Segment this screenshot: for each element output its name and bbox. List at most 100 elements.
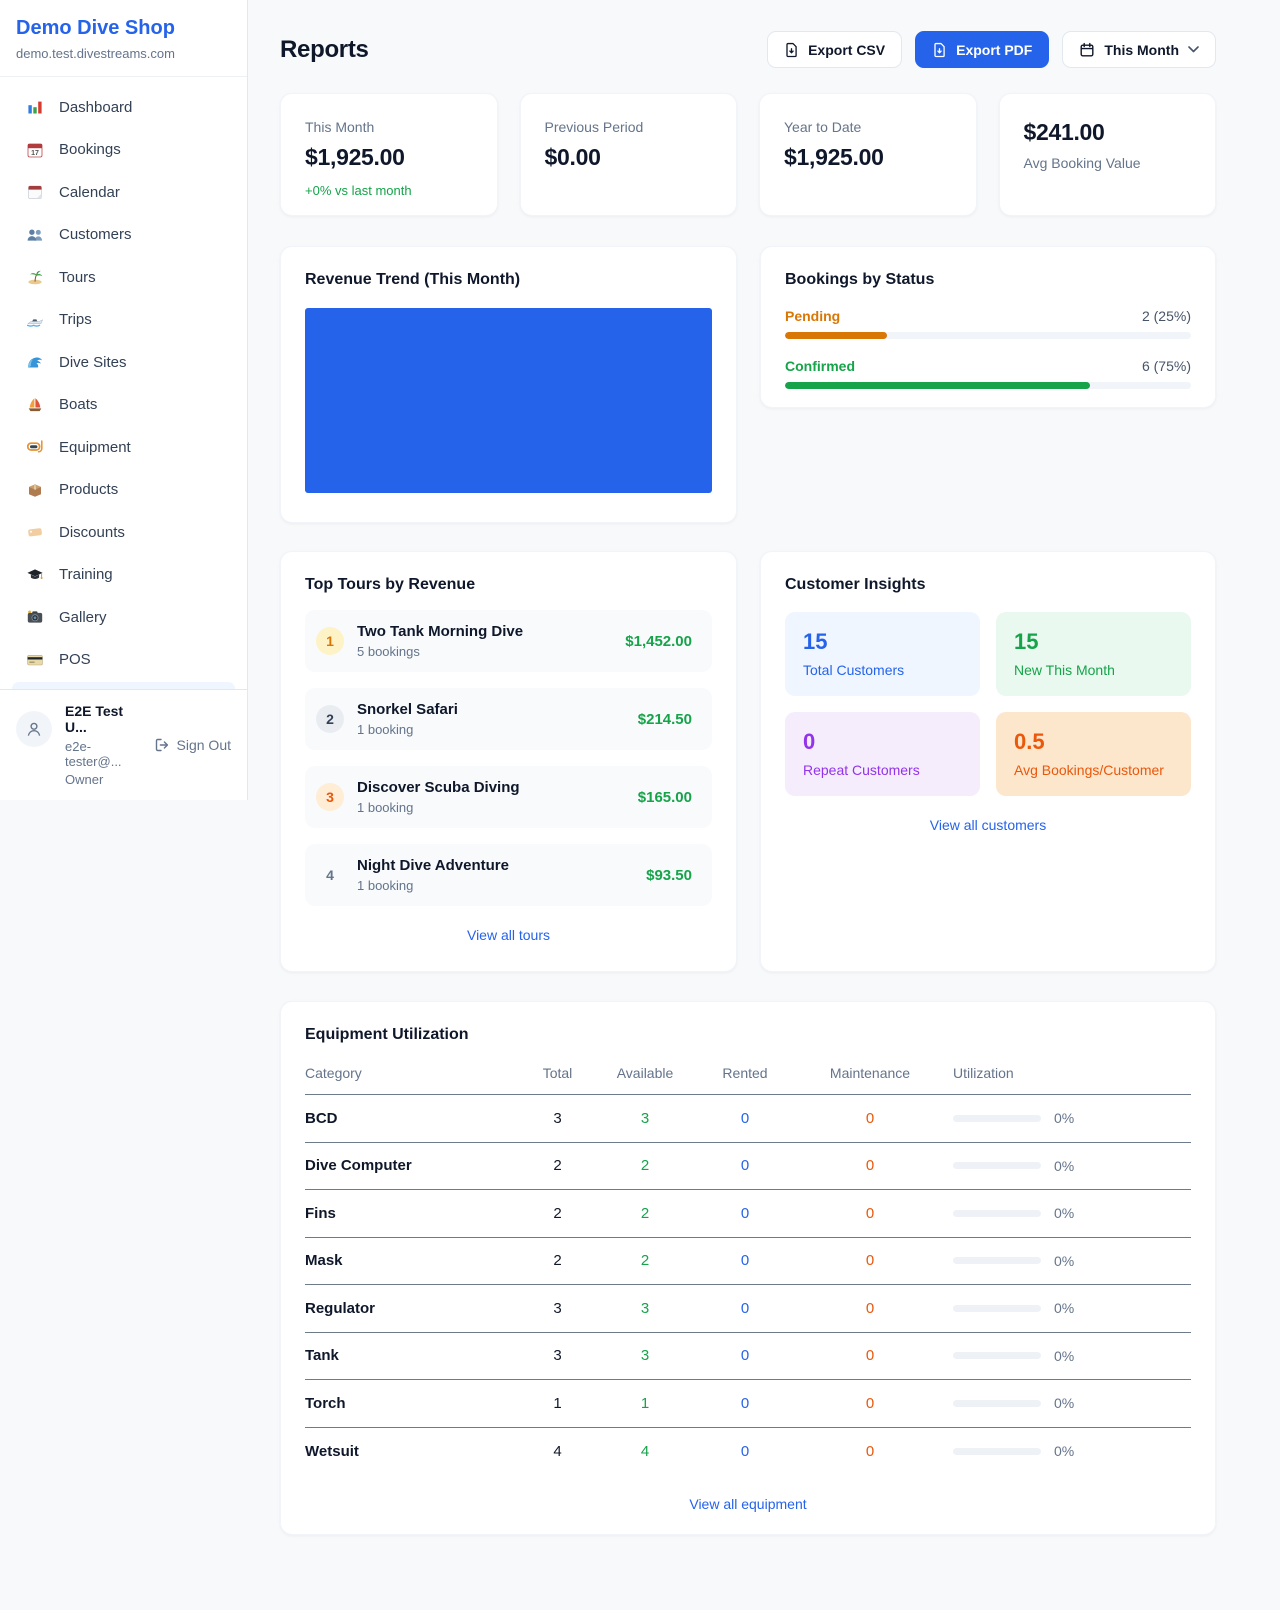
utilization-bar bbox=[953, 1115, 1041, 1122]
col-total: Total bbox=[520, 1065, 595, 1081]
table-row: Fins 2 2 0 0 0% bbox=[305, 1190, 1191, 1238]
sidebar-item-label: Discounts bbox=[59, 524, 125, 541]
list-item: 4 Night Dive Adventure 1 booking $93.50 bbox=[305, 844, 712, 906]
rank-badge: 3 bbox=[316, 783, 344, 811]
sidebar-item-calendar[interactable]: Calendar bbox=[12, 171, 235, 214]
utilization-bar bbox=[953, 1210, 1041, 1217]
tour-bookings: 1 booking bbox=[357, 800, 520, 815]
table-row: Wetsuit 4 4 0 0 0% bbox=[305, 1428, 1191, 1476]
period-label: This Month bbox=[1104, 42, 1179, 58]
island-icon bbox=[26, 268, 44, 286]
tour-revenue: $93.50 bbox=[646, 867, 692, 884]
col-maintenance: Maintenance bbox=[795, 1065, 945, 1081]
card-title: Top Tours by Revenue bbox=[305, 576, 712, 594]
sidebar-item-training[interactable]: Training bbox=[12, 554, 235, 597]
file-download-icon bbox=[784, 42, 799, 58]
tile-label: Avg Bookings/Customer bbox=[1014, 762, 1173, 778]
sign-out-label: Sign Out bbox=[177, 737, 231, 753]
tile-avg-bookings: 0.5 Avg Bookings/Customer bbox=[996, 712, 1191, 796]
header-actions: Export CSV Export PDF This Month bbox=[767, 31, 1216, 68]
calendar-icon bbox=[1079, 42, 1095, 58]
page-title: Reports bbox=[280, 36, 369, 64]
table-row: Dive Computer 2 2 0 0 0% bbox=[305, 1143, 1191, 1191]
sidebar-item-dashboard[interactable]: Dashboard bbox=[12, 86, 235, 129]
export-csv-button[interactable]: Export CSV bbox=[767, 31, 902, 68]
status-label: Pending bbox=[785, 308, 840, 324]
utilization-bar bbox=[953, 1305, 1041, 1312]
sidebar-item-label: Training bbox=[59, 566, 113, 583]
tile-label: New This Month bbox=[1014, 662, 1173, 678]
stat-value: $0.00 bbox=[545, 144, 713, 171]
table-header: Category Total Available Rented Maintena… bbox=[305, 1044, 1191, 1095]
export-csv-label: Export CSV bbox=[808, 42, 885, 58]
tile-label: Total Customers bbox=[803, 662, 962, 678]
status-row-pending: Pending 2 (25%) bbox=[785, 308, 1191, 339]
sidebar-item-label: Customers bbox=[59, 226, 132, 243]
rank-badge: 4 bbox=[316, 861, 344, 889]
view-all-customers-link[interactable]: View all customers bbox=[785, 817, 1191, 833]
avatar bbox=[16, 711, 52, 747]
file-download-icon bbox=[932, 42, 947, 58]
sidebar-item-label: Trips bbox=[59, 311, 92, 328]
stat-card-year-to-date: Year to Date $1,925.00 bbox=[759, 93, 977, 216]
status-value: 2 (25%) bbox=[1142, 308, 1191, 324]
tour-revenue: $165.00 bbox=[638, 789, 692, 806]
user-email: e2e-tester@... bbox=[65, 739, 141, 769]
user-panel: E2E Test U... e2e-tester@... Owner Sign … bbox=[0, 689, 247, 800]
page-header: Reports Export CSV Export PDF This Month bbox=[280, 31, 1216, 68]
sidebar-item-products[interactable]: Products bbox=[12, 469, 235, 512]
tile-label: Repeat Customers bbox=[803, 762, 962, 778]
sidebar-item-label: Products bbox=[59, 481, 118, 498]
list-item: 2 Snorkel Safari 1 booking $214.50 bbox=[305, 688, 712, 750]
sidebar-item-label: Dive Sites bbox=[59, 354, 127, 371]
export-pdf-button[interactable]: Export PDF bbox=[915, 31, 1049, 68]
status-row-confirmed: Confirmed 6 (75%) bbox=[785, 358, 1191, 389]
stat-value: $241.00 bbox=[1024, 119, 1192, 146]
sign-out-icon bbox=[154, 737, 170, 753]
card-title: Equipment Utilization bbox=[305, 1026, 1191, 1044]
sidebar-item-trips[interactable]: Trips bbox=[12, 299, 235, 342]
tile-value: 0.5 bbox=[1014, 729, 1173, 755]
chevron-down-icon bbox=[1188, 46, 1199, 53]
tile-value: 15 bbox=[1014, 629, 1173, 655]
stat-label: This Month bbox=[305, 119, 473, 135]
equipment-utilization-card: Equipment Utilization Category Total Ava… bbox=[280, 1001, 1216, 1535]
utilization-bar bbox=[953, 1400, 1041, 1407]
card-title: Revenue Trend (This Month) bbox=[305, 271, 712, 289]
view-all-equipment-link[interactable]: View all equipment bbox=[305, 1496, 1191, 1512]
stat-card-this-month: This Month $1,925.00 +0% vs last month bbox=[280, 93, 498, 216]
sign-out-button[interactable]: Sign Out bbox=[154, 737, 231, 753]
bar-chart-icon bbox=[26, 98, 44, 116]
tour-name: Night Dive Adventure bbox=[357, 857, 509, 874]
calendar-17-icon: 17 bbox=[26, 141, 44, 159]
sidebar-item-bookings[interactable]: 17 Bookings bbox=[12, 129, 235, 172]
tour-name: Two Tank Morning Dive bbox=[357, 623, 523, 640]
sidebar-item-boats[interactable]: Boats bbox=[12, 384, 235, 427]
stat-value: $1,925.00 bbox=[305, 144, 473, 171]
top-tours-card: Top Tours by Revenue 1 Two Tank Morning … bbox=[280, 551, 737, 972]
sidebar-item-gallery[interactable]: Gallery bbox=[12, 596, 235, 639]
dive-mask-icon bbox=[26, 438, 44, 456]
stat-cards: This Month $1,925.00 +0% vs last month P… bbox=[280, 93, 1216, 216]
sidebar-item-discounts[interactable]: Discounts bbox=[12, 511, 235, 554]
sidebar-item-pos[interactable]: POS bbox=[12, 639, 235, 682]
view-all-tours-link[interactable]: View all tours bbox=[305, 927, 712, 943]
sidebar-item-reports-partial[interactable] bbox=[12, 682, 235, 689]
period-dropdown[interactable]: This Month bbox=[1062, 31, 1216, 68]
sidebar-item-customers[interactable]: Customers bbox=[12, 214, 235, 257]
camera-icon bbox=[26, 608, 44, 626]
stat-label: Avg Booking Value bbox=[1024, 155, 1192, 171]
tile-repeat-customers: 0 Repeat Customers bbox=[785, 712, 980, 796]
revenue-bar bbox=[305, 308, 712, 493]
graduation-cap-icon bbox=[26, 566, 44, 584]
progress-fill bbox=[785, 382, 1090, 389]
stat-label: Year to Date bbox=[784, 119, 952, 135]
sidebar-item-dive-sites[interactable]: Dive Sites bbox=[12, 341, 235, 384]
card-title: Customer Insights bbox=[785, 576, 1191, 594]
status-value: 6 (75%) bbox=[1142, 358, 1191, 374]
sidebar-item-tours[interactable]: Tours bbox=[12, 256, 235, 299]
sidebar-item-equipment[interactable]: Equipment bbox=[12, 426, 235, 469]
sidebar-item-label: Tours bbox=[59, 269, 96, 286]
tag-icon bbox=[26, 523, 44, 541]
utilization-bar bbox=[953, 1352, 1041, 1359]
